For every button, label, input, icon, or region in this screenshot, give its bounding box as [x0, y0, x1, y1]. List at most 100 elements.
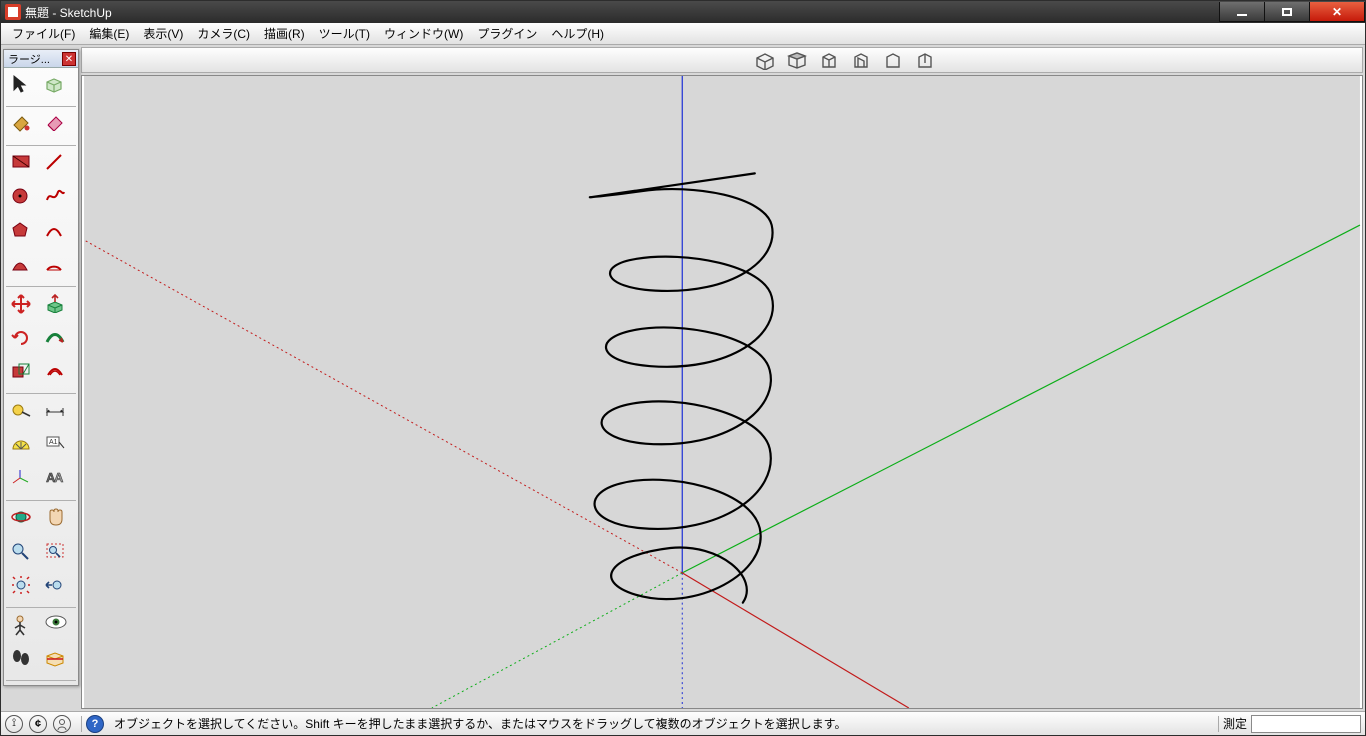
arc2-tool[interactable]	[6, 250, 40, 284]
pie-icon	[44, 254, 70, 280]
toolbar-separator	[6, 106, 76, 107]
previous-view-icon	[44, 575, 70, 601]
right-view-button[interactable]	[846, 48, 876, 72]
dimension-tool[interactable]	[40, 396, 74, 430]
walk-tool[interactable]	[6, 644, 40, 678]
make-component-tool[interactable]	[40, 70, 74, 104]
large-tool-set-toolbar[interactable]: ラージ... ✕ A1 AA	[3, 49, 79, 686]
rectangle-icon	[10, 152, 36, 178]
push-pull-tool[interactable]	[40, 289, 74, 323]
scale-icon	[10, 361, 36, 387]
menu-help[interactable]: ヘルプ(H)	[544, 23, 611, 44]
model-viewport[interactable]	[81, 75, 1363, 709]
line-tool[interactable]	[40, 148, 74, 182]
credits-status-icon[interactable]: ¢	[29, 715, 47, 733]
toolbox-close-button[interactable]: ✕	[62, 52, 76, 66]
iso-view-button[interactable]	[750, 48, 780, 72]
menu-view[interactable]: 表示(V)	[136, 23, 190, 44]
rectangle-tool[interactable]	[6, 148, 40, 182]
zoom-window-tool[interactable]	[40, 537, 74, 571]
rotate-tool[interactable]	[6, 323, 40, 357]
tape-measure-icon	[10, 400, 36, 426]
protractor-tool[interactable]	[6, 430, 40, 464]
scale-tool[interactable]	[6, 357, 40, 391]
make-component-icon	[44, 74, 70, 100]
offset-icon	[44, 361, 70, 387]
views-toolbar	[81, 47, 1363, 73]
polygon-tool[interactable]	[6, 216, 40, 250]
protractor-icon	[10, 434, 36, 460]
content-area: ラージ... ✕ A1 AA	[1, 45, 1365, 711]
follow-me-icon	[44, 327, 70, 353]
measurement-input[interactable]	[1251, 715, 1361, 733]
title-bar: 無題 - SketchUp	[1, 1, 1365, 23]
zoom-tool[interactable]	[6, 537, 40, 571]
app-window: 無題 - SketchUp ファイル(F) 編集(E) 表示(V) カメラ(C)…	[0, 0, 1366, 736]
eraser-tool[interactable]	[40, 109, 74, 143]
axes-tool[interactable]	[6, 464, 40, 498]
dimension-icon	[44, 400, 70, 426]
line-icon	[44, 152, 70, 178]
zoom-window-icon	[44, 541, 70, 567]
eraser-icon	[44, 113, 70, 139]
front-view-button[interactable]	[814, 48, 844, 72]
menu-edit[interactable]: 編集(E)	[82, 23, 136, 44]
section-plane-tool[interactable]	[40, 644, 74, 678]
freehand-tool[interactable]	[40, 182, 74, 216]
pie-tool[interactable]	[40, 250, 74, 284]
menu-plugin[interactable]: プラグイン	[470, 23, 544, 44]
measurement-label: 測定	[1223, 715, 1247, 732]
maximize-button[interactable]	[1264, 2, 1310, 22]
menu-draw[interactable]: 描画(R)	[257, 23, 312, 44]
user-status-icon[interactable]	[53, 715, 71, 733]
top-view-button[interactable]	[782, 48, 812, 72]
menu-file[interactable]: ファイル(F)	[5, 23, 82, 44]
menu-window[interactable]: ウィンドウ(W)	[377, 23, 470, 44]
svg-text:A: A	[54, 470, 64, 485]
follow-me-tool[interactable]	[40, 323, 74, 357]
arc-tool[interactable]	[40, 216, 74, 250]
move-tool[interactable]	[6, 289, 40, 323]
pan-tool[interactable]	[40, 503, 74, 537]
back-view-button[interactable]	[878, 48, 908, 72]
orbit-tool[interactable]	[6, 503, 40, 537]
minimize-button[interactable]	[1219, 2, 1265, 22]
3d-text-icon: AA	[44, 468, 70, 494]
circle-tool[interactable]	[6, 182, 40, 216]
app-icon	[5, 4, 21, 20]
text-tool[interactable]: A1	[40, 430, 74, 464]
toolbar-separator	[6, 145, 76, 146]
paint-bucket-tool[interactable]	[6, 109, 40, 143]
look-around-tool[interactable]	[40, 610, 74, 644]
zoom-icon	[10, 541, 36, 567]
offset-tool[interactable]	[40, 357, 74, 391]
select-tool[interactable]	[6, 70, 40, 104]
previous-view-tool[interactable]	[40, 571, 74, 605]
circle-icon	[10, 186, 36, 212]
help-status-icon[interactable]: ?	[86, 715, 104, 733]
geolocation-status-icon[interactable]: ⟟	[5, 715, 23, 733]
toolbar-separator	[6, 680, 76, 681]
position-camera-tool[interactable]	[6, 610, 40, 644]
left-view-button[interactable]	[910, 48, 940, 72]
toolbar-separator	[6, 286, 76, 287]
orbit-icon	[10, 507, 36, 533]
arc2-icon	[10, 254, 36, 280]
menu-tools[interactable]: ツール(T)	[312, 23, 377, 44]
toolbar-separator	[6, 500, 76, 501]
status-bar: ⟟ ¢ ? オブジェクトを選択してください。Shift キーを押したまま選択する…	[1, 711, 1365, 735]
rotate-icon	[10, 327, 36, 353]
toolbox-title-text: ラージ...	[8, 51, 50, 67]
move-icon	[10, 293, 36, 319]
polygon-icon	[10, 220, 36, 246]
close-button[interactable]	[1309, 2, 1365, 22]
toolbox-titlebar[interactable]: ラージ... ✕	[4, 50, 78, 68]
svg-text:A1: A1	[49, 439, 58, 446]
tape-measure-tool[interactable]	[6, 396, 40, 430]
zoom-extents-tool[interactable]	[6, 571, 40, 605]
push-pull-icon	[44, 293, 70, 319]
menu-camera[interactable]: カメラ(C)	[190, 23, 257, 44]
3d-text-tool[interactable]: AA	[40, 464, 74, 498]
freehand-icon	[44, 186, 70, 212]
look-around-icon	[44, 614, 70, 640]
